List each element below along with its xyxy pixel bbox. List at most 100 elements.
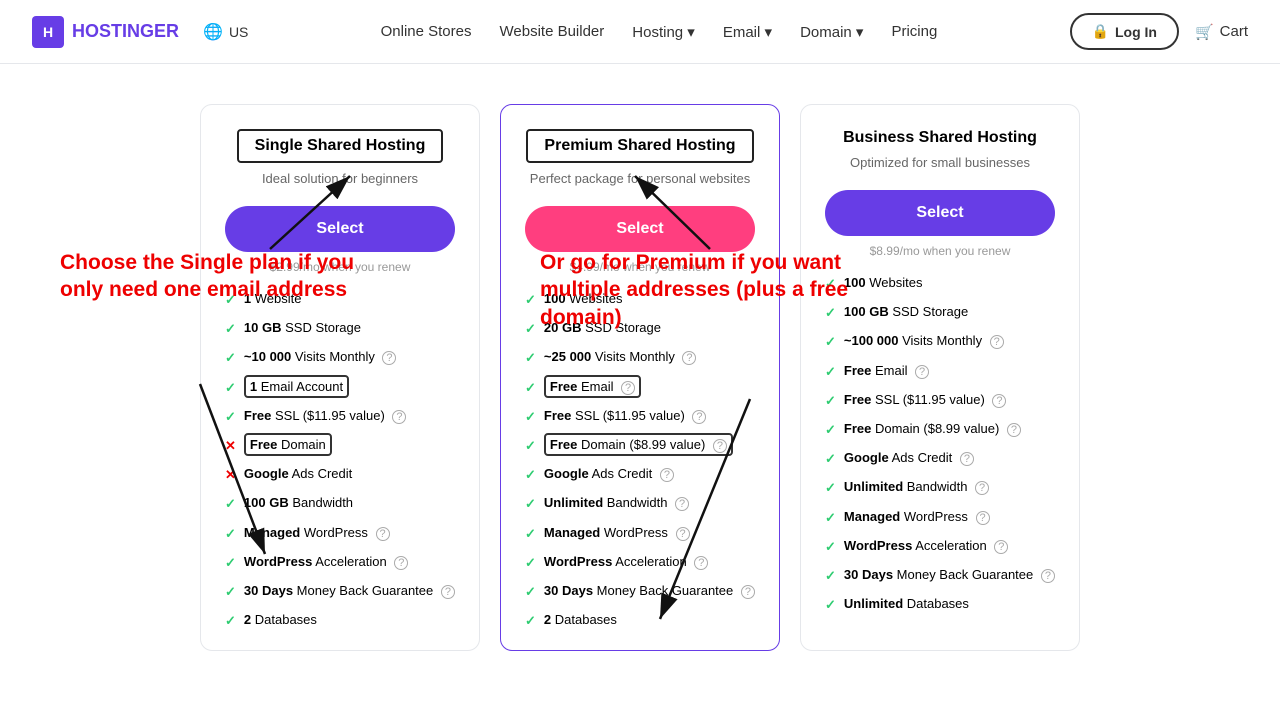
feature-premium-domain: ✓ Free Domain ($8.99 value) ? [525, 436, 755, 455]
info-icon[interactable]: ? [676, 527, 690, 541]
info-icon[interactable]: ? [990, 335, 1004, 349]
check-icon: ✓ [225, 525, 236, 543]
feature-premium-wp-accel: ✓ WordPress Acceleration ? [525, 553, 755, 572]
check-icon: ✓ [225, 495, 236, 513]
info-icon[interactable]: ? [713, 439, 727, 453]
feature-text: Unlimited Databases [844, 595, 969, 613]
login-button[interactable]: 🔒 Log In [1070, 13, 1179, 50]
feature-text: 2 Databases [244, 611, 317, 629]
info-icon[interactable]: ? [376, 527, 390, 541]
plan-single-header: Single Shared Hosting Ideal solution for… [225, 129, 455, 186]
check-icon: ✓ [825, 333, 836, 351]
check-icon: ✓ [525, 437, 536, 455]
feature-premium-visits: ✓ ~25 000 Visits Monthly ? [525, 348, 755, 367]
feature-single-wordpress: ✓ Managed WordPress ? [225, 524, 455, 543]
feature-text: Free Domain ($8.99 value) ? [544, 436, 733, 454]
check-icon: ✓ [525, 554, 536, 572]
annotation-left-text: Choose the Single plan if you only need … [60, 249, 370, 304]
feature-text: Google Ads Credit ? [844, 449, 974, 467]
check-icon: ✓ [525, 495, 536, 513]
check-icon: ✓ [825, 421, 836, 439]
plan-single-name: Single Shared Hosting [237, 129, 444, 163]
info-icon[interactable]: ? [692, 410, 706, 424]
feature-text: 10 GB SSD Storage [244, 319, 361, 337]
feature-business-ssl: ✓ Free SSL ($11.95 value) ? [825, 391, 1055, 410]
select-premium-button[interactable]: Select [525, 206, 755, 252]
check-icon: ✓ [525, 466, 536, 484]
feature-text: Free Domain ($8.99 value) ? [844, 420, 1021, 438]
select-single-button[interactable]: Select [225, 206, 455, 252]
info-icon[interactable]: ? [741, 585, 755, 599]
check-icon: ✓ [525, 320, 536, 338]
cart-button[interactable]: 🛒 Cart [1195, 23, 1248, 41]
check-icon: ✓ [825, 363, 836, 381]
feature-single-guarantee: ✓ 30 Days Money Back Guarantee ? [225, 582, 455, 601]
info-icon[interactable]: ? [1041, 569, 1055, 583]
info-icon[interactable]: ? [1007, 423, 1021, 437]
info-icon[interactable]: ? [976, 511, 990, 525]
plan-premium: Premium Shared Hosting Perfect package f… [500, 104, 780, 651]
feature-text: Free Email ? [844, 362, 929, 380]
feature-text: ~100 000 Visits Monthly ? [844, 332, 1004, 350]
select-business-button[interactable]: Select [825, 190, 1055, 236]
feature-business-bandwidth: ✓ Unlimited Bandwidth ? [825, 478, 1055, 497]
check-icon: ✓ [225, 408, 236, 426]
feature-text: Managed WordPress ? [844, 508, 990, 526]
info-icon[interactable]: ? [392, 410, 406, 424]
plan-premium-header: Premium Shared Hosting Perfect package f… [525, 129, 755, 186]
info-icon[interactable]: ? [660, 468, 674, 482]
locale-selector[interactable]: 🌐 US [203, 22, 248, 42]
feature-business-wp-accel: ✓ WordPress Acceleration ? [825, 537, 1055, 556]
info-icon[interactable]: ? [992, 394, 1006, 408]
info-icon[interactable]: ? [382, 351, 396, 365]
feature-text: Managed WordPress ? [544, 524, 690, 542]
feature-text: WordPress Acceleration ? [544, 553, 708, 571]
info-icon[interactable]: ? [621, 381, 635, 395]
feature-text: ~10 000 Visits Monthly ? [244, 348, 397, 366]
info-icon[interactable]: ? [994, 540, 1008, 554]
info-icon[interactable]: ? [915, 365, 929, 379]
check-icon: ✓ [225, 379, 236, 397]
feature-single-google-ads: ✕ Google Ads Credit [225, 465, 455, 484]
info-icon[interactable]: ? [394, 556, 408, 570]
feature-single-bandwidth: ✓ 100 GB Bandwidth [225, 494, 455, 513]
lock-icon: 🔒 [1092, 23, 1109, 40]
check-icon: ✓ [225, 320, 236, 338]
feature-single-ssl: ✓ Free SSL ($11.95 value) ? [225, 407, 455, 426]
feature-premium-ssl: ✓ Free SSL ($11.95 value) ? [525, 407, 755, 426]
info-icon[interactable]: ? [975, 481, 989, 495]
check-icon: ✓ [525, 612, 536, 630]
page-body: Choose the Single plan if you only need … [0, 64, 1280, 671]
info-icon[interactable]: ? [675, 497, 689, 511]
info-icon[interactable]: ? [694, 556, 708, 570]
nav-pricing[interactable]: Pricing [891, 23, 937, 40]
nav-website-builder[interactable]: Website Builder [500, 23, 605, 40]
nav-online-stores[interactable]: Online Stores [381, 23, 472, 40]
feature-text: Unlimited Bandwidth ? [544, 494, 689, 512]
check-icon: ✓ [525, 583, 536, 601]
feature-text: Unlimited Bandwidth ? [844, 478, 989, 496]
plan-premium-desc: Perfect package for personal websites [525, 171, 755, 186]
cart-label: Cart [1220, 23, 1248, 40]
feature-text: Free SSL ($11.95 value) ? [544, 407, 707, 425]
feature-business-domain: ✓ Free Domain ($8.99 value) ? [825, 420, 1055, 439]
feature-text: Google Ads Credit [244, 465, 352, 483]
navbar: H HOSTINGER 🌐 US Online Stores Website B… [0, 0, 1280, 64]
nav-right: 🔒 Log In 🛒 Cart [1070, 13, 1248, 50]
feature-business-google-ads: ✓ Google Ads Credit ? [825, 449, 1055, 468]
check-icon: ✓ [225, 349, 236, 367]
info-icon[interactable]: ? [960, 452, 974, 466]
logo[interactable]: H HOSTINGER [32, 16, 179, 48]
feature-single-storage: ✓ 10 GB SSD Storage [225, 319, 455, 338]
feature-single-email: ✓ 1 Email Account [225, 378, 455, 397]
annotation-right: Or go for Premium if you want multiple a… [540, 249, 900, 331]
nav-hosting[interactable]: Hosting ▾ [632, 23, 695, 41]
nav-domain[interactable]: Domain ▾ [800, 23, 863, 41]
feature-business-guarantee: ✓ 30 Days Money Back Guarantee ? [825, 566, 1055, 585]
feature-premium-wordpress: ✓ Managed WordPress ? [525, 524, 755, 543]
info-icon[interactable]: ? [441, 585, 455, 599]
nav-email[interactable]: Email ▾ [723, 23, 772, 41]
check-icon: ✓ [525, 525, 536, 543]
info-icon[interactable]: ? [682, 351, 696, 365]
feature-premium-email: ✓ Free Email ? [525, 378, 755, 397]
